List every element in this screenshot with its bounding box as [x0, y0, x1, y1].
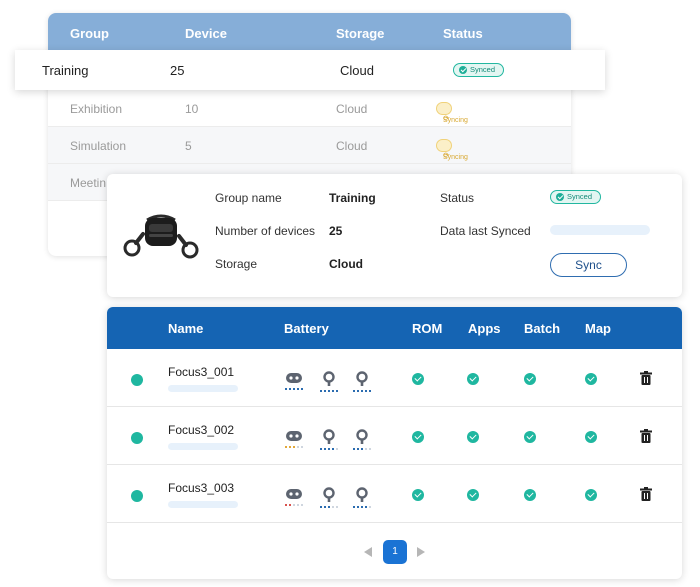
header-status[interactable]: Status — [443, 26, 483, 41]
apps-check-icon — [467, 373, 479, 385]
headset-battery-icon — [285, 431, 303, 448]
online-status-dot — [131, 374, 143, 386]
rom-check-icon — [412, 431, 424, 443]
page-button-current[interactable]: 1 — [383, 540, 407, 564]
apps-check-icon — [467, 431, 479, 443]
group-devices: 5 — [185, 139, 192, 153]
group-detail-card: Group name Training Number of devices 25… — [107, 174, 682, 297]
device-table: Name Battery ROM Apps Batch Map Focus3_0… — [107, 307, 682, 579]
check-icon — [556, 193, 564, 201]
devices-value: 25 — [329, 224, 343, 238]
status-badge-text: Syncing — [443, 117, 468, 124]
vr-headset-icon — [123, 214, 199, 259]
batch-check-icon — [524, 373, 536, 385]
device-subtitle-placeholder — [168, 501, 238, 508]
status-badge-text: Synced — [470, 65, 496, 74]
header-apps[interactable]: Apps — [468, 321, 501, 336]
device-row[interactable]: Focus3_001 — [107, 349, 682, 407]
header-rom[interactable]: ROM — [412, 321, 442, 336]
header-batch[interactable]: Batch — [524, 321, 560, 336]
sync-button[interactable]: Sync — [550, 253, 627, 277]
group-devices: 10 — [185, 102, 199, 116]
pagination: 1 — [107, 537, 682, 567]
group-devices: 25 — [170, 63, 185, 78]
map-check-icon — [585, 431, 597, 443]
status-badge: Synced — [453, 63, 505, 77]
map-check-icon — [585, 489, 597, 501]
device-table-header: Name Battery ROM Apps Batch Map — [107, 307, 682, 349]
check-icon — [459, 66, 467, 74]
rom-check-icon — [412, 373, 424, 385]
group-table-header: Group Device Storage Status — [48, 13, 571, 53]
right-controller-battery-icon — [353, 371, 371, 392]
last-synced-label: Data last Synced — [440, 224, 531, 238]
group-name: Meetin — [70, 176, 107, 190]
status-badge: Synced — [550, 190, 602, 204]
map-check-icon — [585, 373, 597, 385]
trash-icon[interactable] — [640, 429, 652, 443]
batch-check-icon — [524, 489, 536, 501]
devices-label: Number of devices — [215, 224, 316, 238]
header-battery[interactable]: Battery — [284, 321, 329, 336]
chevron-right-icon[interactable] — [417, 547, 425, 557]
device-subtitle-placeholder — [168, 443, 238, 450]
right-controller-battery-icon — [353, 487, 371, 508]
group-name-label: Group name — [215, 191, 282, 205]
online-status-dot — [131, 432, 143, 444]
batch-check-icon — [524, 431, 536, 443]
storage-label: Storage — [215, 257, 258, 271]
device-row[interactable]: Focus3_003 — [107, 465, 682, 523]
header-storage[interactable]: Storage — [336, 26, 384, 41]
headset-battery-icon — [285, 489, 303, 506]
trash-icon[interactable] — [640, 487, 652, 501]
status-label: Status — [440, 191, 475, 205]
group-row-simulation[interactable]: Simulation 5 Cloud ⟳ Syncing — [48, 127, 571, 164]
status-badge: ⟳ Syncing — [436, 102, 468, 124]
status-badge: ⟳ Syncing — [436, 139, 468, 161]
device-name: Focus3_002 — [168, 423, 235, 437]
last-synced-placeholder — [550, 225, 650, 235]
header-device[interactable]: Device — [185, 26, 227, 41]
online-status-dot — [131, 490, 143, 502]
headset-battery-icon — [285, 373, 303, 390]
left-controller-battery-icon — [320, 429, 338, 450]
group-storage: Cloud — [336, 139, 368, 153]
group-row-exhibition[interactable]: Exhibition 10 Cloud ⟳ Syncing — [48, 90, 571, 127]
apps-check-icon — [467, 489, 479, 501]
group-storage: Cloud — [336, 102, 368, 116]
group-storage: Cloud — [340, 63, 374, 78]
rom-check-icon — [412, 489, 424, 501]
header-name[interactable]: Name — [168, 321, 203, 336]
group-name: Training — [42, 63, 89, 78]
chevron-left-icon[interactable] — [364, 547, 372, 557]
trash-icon[interactable] — [640, 371, 652, 385]
group-row-training-selected[interactable]: Training 25 Cloud Synced — [15, 50, 605, 90]
group-name-value: Training — [329, 191, 376, 205]
status-badge-text: Synced — [567, 192, 593, 201]
group-name: Exhibition — [70, 102, 123, 116]
storage-value: Cloud — [329, 257, 363, 271]
header-group[interactable]: Group — [70, 26, 109, 41]
header-map[interactable]: Map — [585, 321, 611, 336]
left-controller-battery-icon — [320, 371, 338, 392]
device-name: Focus3_001 — [168, 365, 235, 379]
status-badge-text: Syncing — [443, 154, 468, 161]
device-row[interactable]: Focus3_002 — [107, 407, 682, 465]
right-controller-battery-icon — [353, 429, 371, 450]
device-subtitle-placeholder — [168, 385, 238, 392]
left-controller-battery-icon — [320, 487, 338, 508]
device-name: Focus3_003 — [168, 481, 235, 495]
group-name: Simulation — [70, 139, 127, 153]
